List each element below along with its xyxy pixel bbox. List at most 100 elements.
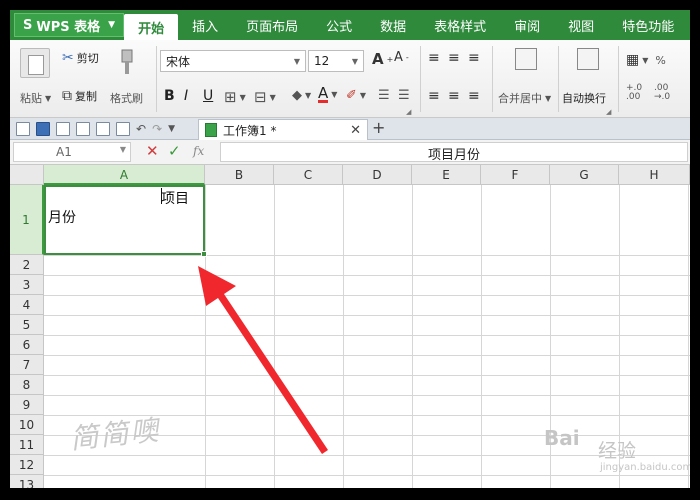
eraser-icon: ✐ (346, 88, 357, 103)
new-file-icon[interactable] (16, 121, 30, 136)
tab-formulas[interactable]: 公式 (312, 10, 366, 40)
active-cell-a1[interactable]: 项目 月份 (44, 185, 207, 257)
font-name-select[interactable]: 宋体 ▼ (160, 50, 306, 72)
select-all-corner[interactable] (10, 165, 44, 185)
formula-input[interactable]: 项目月份 (220, 142, 688, 163)
tab-page-layout[interactable]: 页面布局 (232, 10, 312, 40)
tab-data[interactable]: 数据 (366, 10, 420, 40)
shrink-font-button[interactable]: A- (394, 50, 409, 65)
decrease-decimal-button[interactable]: .00 →.0 (654, 84, 670, 102)
format-painter-icon[interactable] (116, 48, 138, 78)
chevron-down-icon: ▼ (119, 145, 126, 154)
cell-a1-line2: 月份 (48, 210, 76, 226)
row-header-9[interactable]: 9 (10, 395, 44, 415)
underline-icon: U (203, 88, 214, 104)
column-header-d[interactable]: D (343, 165, 412, 185)
underline-button[interactable]: U (203, 88, 213, 104)
customize-toolbar-icon[interactable]: ▼ (168, 124, 175, 134)
app-menu-button[interactable]: S WPS 表格 ▼ (14, 13, 125, 37)
merge-center-button[interactable]: 合并居中 ▼ (498, 90, 551, 106)
insert-function-icon[interactable]: fx (193, 144, 204, 158)
font-color-button[interactable]: A ▼ (318, 86, 337, 103)
row-header-2[interactable]: 2 (10, 255, 44, 275)
row-header-1[interactable]: 1 (10, 185, 44, 255)
row-header-12[interactable]: 12 (10, 455, 44, 475)
borders-button[interactable]: ⊞ ▼ (224, 88, 246, 106)
column-header-e[interactable]: E (412, 165, 481, 185)
cut-button[interactable]: ✂ 剪切 (62, 50, 99, 66)
tab-special-features[interactable]: 特色功能 (608, 10, 688, 40)
tab-insert[interactable]: 插入 (178, 10, 232, 40)
column-header-f[interactable]: F (481, 165, 550, 185)
tab-home[interactable]: 开始 (124, 14, 179, 40)
bold-button[interactable]: B (164, 88, 175, 104)
row-header-10[interactable]: 10 (10, 415, 44, 435)
fill-handle[interactable] (201, 251, 207, 257)
paste-icon[interactable] (20, 48, 50, 78)
merge-center-icon[interactable] (515, 48, 537, 70)
copy-button[interactable]: ⧉ 复制 (62, 88, 97, 104)
align-top-button[interactable]: ≡ (428, 50, 440, 66)
row-header-11[interactable]: 11 (10, 435, 44, 455)
row-header-4[interactable]: 4 (10, 295, 44, 315)
print-icon[interactable] (76, 121, 90, 136)
save-icon[interactable] (36, 121, 50, 136)
wrap-text-icon[interactable] (577, 48, 599, 70)
align-middle-button[interactable]: ≡ (448, 50, 460, 66)
decrease-indent-button[interactable]: ☰ (378, 88, 390, 103)
undo-icon[interactable]: ↶ (136, 122, 146, 136)
font-size-select[interactable]: 12 ▼ (308, 50, 364, 72)
align-bottom-button[interactable]: ≡ (468, 50, 480, 66)
export-pdf-icon[interactable] (56, 121, 70, 136)
align-center-button[interactable]: ≡ (448, 88, 460, 104)
fill-color-button[interactable]: ◆ ▼ (292, 88, 311, 103)
new-tab-button[interactable]: + (372, 118, 385, 137)
wrap-text-button[interactable]: 自动换行 (562, 90, 606, 106)
shrink-font-icon: A (394, 50, 403, 65)
column-header-a[interactable]: A (44, 165, 205, 185)
row-header-8[interactable]: 8 (10, 375, 44, 395)
column-header-h[interactable]: H (619, 165, 690, 185)
borders-icon: ⊞ (224, 88, 237, 106)
row-header-5[interactable]: 5 (10, 315, 44, 335)
cell-a1-line1: 项目 (161, 191, 189, 207)
spell-check-icon[interactable] (116, 121, 130, 136)
row-header-7[interactable]: 7 (10, 355, 44, 375)
cancel-edit-icon[interactable]: ✕ (146, 142, 159, 160)
grow-font-button[interactable]: A + (372, 50, 393, 68)
column-header-g[interactable]: G (550, 165, 619, 185)
paste-label: 粘贴 (20, 92, 42, 105)
clear-format-button[interactable]: ✐ ▼ (346, 88, 366, 103)
confirm-edit-icon[interactable]: ✓ (168, 142, 181, 160)
column-header-b[interactable]: B (205, 165, 274, 185)
merge-style-button[interactable]: ⊟ ▼ (254, 88, 276, 106)
paste-button[interactable]: 粘贴 ▼ (20, 90, 51, 106)
align-left-button[interactable]: ≡ (428, 88, 440, 104)
name-box[interactable]: A1 ▼ (13, 142, 131, 162)
increase-decimal-icon: +.0 .00 (626, 83, 643, 102)
row-header-3[interactable]: 3 (10, 275, 44, 295)
column-header-c[interactable]: C (274, 165, 343, 185)
italic-button[interactable]: I (184, 88, 188, 104)
print-preview-icon[interactable] (96, 121, 110, 136)
font-dialog-launcher-icon[interactable]: ◢ (406, 108, 411, 116)
increase-indent-button[interactable]: ☰ (398, 88, 410, 103)
row-header-6[interactable]: 6 (10, 335, 44, 355)
align-right-button[interactable]: ≡ (468, 88, 480, 104)
number-format-button[interactable]: ▦ ▼ % (626, 52, 666, 68)
row-header-13[interactable]: 13 (10, 475, 44, 488)
baidu-jingyan-label: 经验 (598, 440, 637, 462)
tab-review[interactable]: 审阅 (500, 10, 554, 40)
copy-icon: ⧉ (62, 88, 72, 104)
grow-font-icon: A (372, 50, 384, 68)
tab-view[interactable]: 视图 (554, 10, 608, 40)
workbook-tab[interactable]: 工作簿1 * ✕ (198, 119, 368, 140)
format-painter-button[interactable]: 格式刷 (110, 90, 143, 106)
alignment-dialog-launcher-icon[interactable]: ◢ (606, 108, 611, 116)
increase-decimal-button[interactable]: +.0 .00 (626, 84, 642, 102)
redo-icon[interactable]: ↷ (152, 122, 162, 136)
divider (156, 46, 157, 112)
decrease-decimal-icon: .00 →.0 (654, 83, 671, 102)
tab-table-style[interactable]: 表格样式 (420, 10, 500, 40)
close-icon[interactable]: ✕ (350, 123, 361, 138)
